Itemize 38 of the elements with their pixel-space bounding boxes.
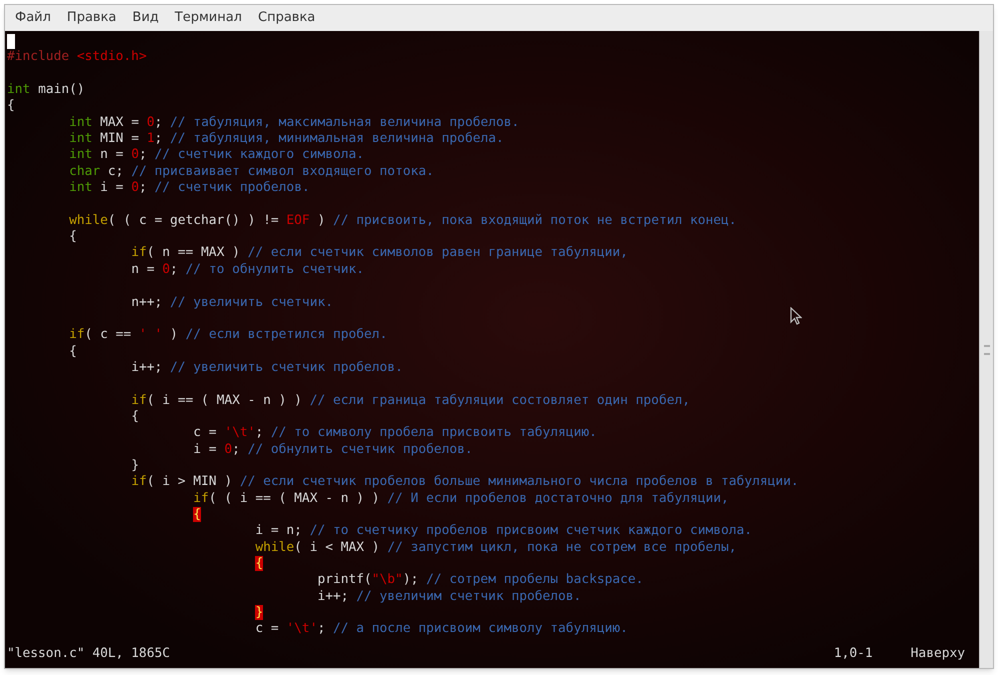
code-line: if( n == MAX ) // если счетчик символов равен границе табуляции, (130, 245, 628, 260)
code-line: { (130, 408, 139, 424)
code-line: i = n; // то счетчику пробелов присвоим счетчик каждого символа. (254, 523, 752, 538)
code-line: if( c == ' ' ) // если встретился пробел. (68, 327, 388, 342)
code-line: { (68, 344, 77, 359)
code-line: if( ( i == ( MAX - n ) ) // И если пробелов достаточно для табуляции, (192, 490, 729, 506)
code-line: i++; // увеличить счетчик пробелов. (130, 360, 403, 375)
code-line: if( i == ( MAX - n ) ) // если граница табуляции состовляет один пробел, (130, 392, 690, 408)
code-line: int n = 0; // счетчик каждого символа. (68, 147, 364, 162)
code-line: n = 0; // то обнулить счетчик. (130, 262, 364, 277)
menu-item[interactable]: Файл (9, 6, 57, 30)
code-line: c = '\t'; // а после присвоим символу табуляцию. (254, 621, 628, 636)
code-line: i++; // увеличим счетчик пробелов. (316, 588, 582, 604)
code-line: c = '\t'; // то символу пробела присвоить табуляцию. (192, 425, 597, 440)
code-line: int MAX = 0; // табуляция, максимальная величина пробелов. (68, 114, 520, 130)
code-line: i = 0; // обнулить счетчик пробелов. (192, 442, 473, 457)
file-info: "lesson.c" 40L, 1865C (7, 646, 170, 662)
menu-item[interactable]: Справка (252, 6, 322, 30)
code-line: int i = 0; // счетчик пробелов. (68, 180, 310, 196)
code-line: { (68, 229, 77, 244)
code-line: #include <stdio.h> (7, 49, 147, 64)
code-line: { (7, 98, 15, 114)
menu-item[interactable]: Вид (126, 6, 165, 30)
scrollbar[interactable] (979, 31, 993, 668)
scroll-position: Наверху (910, 646, 965, 662)
code-line: while( ( c = getchar() ) != EOF ) // присвоить, пока входящий поток не встретил конец. (68, 212, 737, 228)
code-line: int main() (7, 82, 85, 98)
menu-item[interactable]: Терминал (168, 6, 248, 30)
code-line: if( i > MIN ) // если счетчик пробелов больше минимального числа пробелов в табуляции. (130, 474, 799, 490)
cursor-position: 1,0-1 (834, 646, 873, 662)
code-line: n++; // увеличить счетчик. (130, 294, 333, 310)
code-line: } (130, 458, 139, 473)
code-line: char c; // присваивает символ входящего потока. (68, 164, 434, 179)
code-line: int MIN = 1; // табуляция, минимальная величина пробела. (68, 131, 504, 146)
code-line: printf("\b"); // сотрем пробелы backspace. (316, 572, 644, 588)
code-line: while( i < MAX ) // запустим цикл, пока не сотрем все пробелы, (254, 540, 737, 555)
mouse-pointer-icon (790, 307, 802, 325)
menu-item[interactable]: Правка (60, 6, 122, 30)
